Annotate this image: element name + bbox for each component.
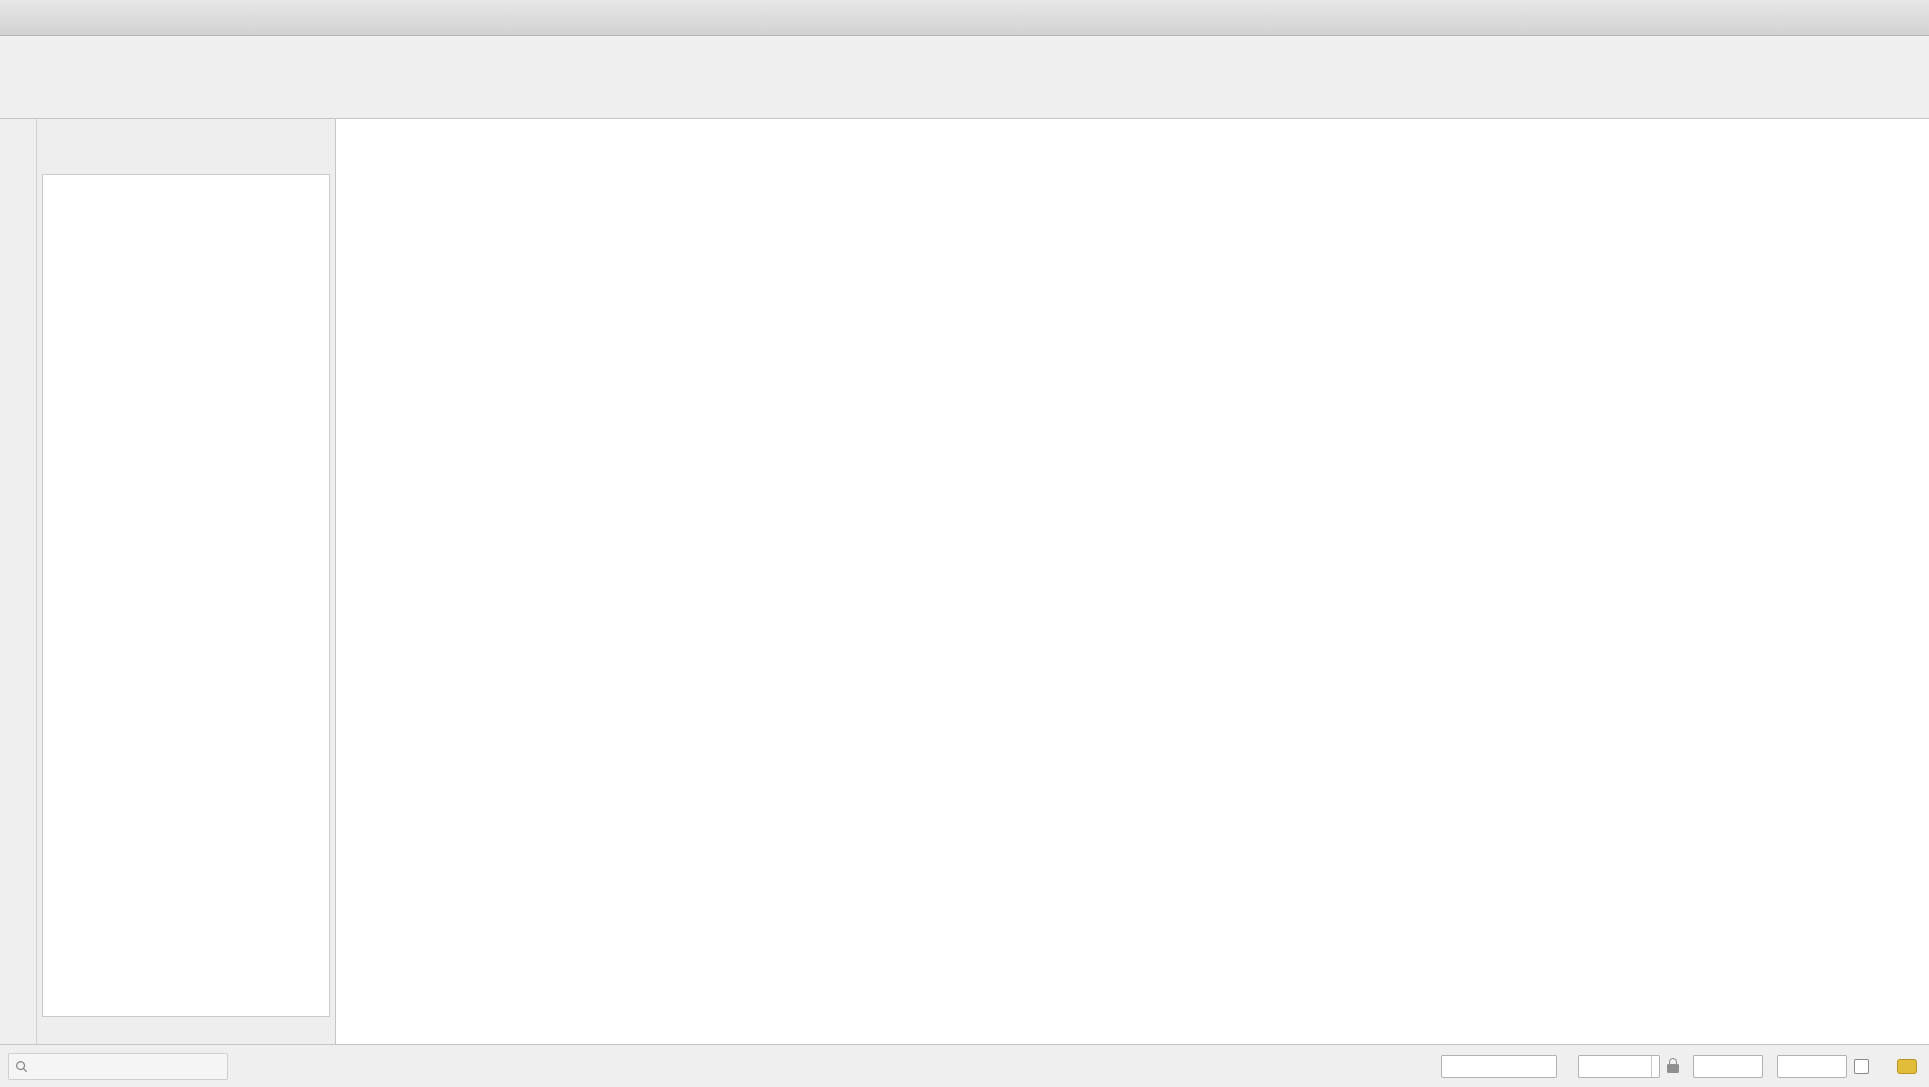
roads-layer-render: [336, 119, 1929, 1044]
main-area: [0, 119, 1929, 1044]
status-bar: [0, 1044, 1929, 1087]
messages-icon[interactable]: [1897, 1059, 1917, 1074]
chevron-down-icon[interactable]: [1651, 1056, 1656, 1077]
locate-input[interactable]: [33, 1058, 199, 1075]
status-widgets: [1434, 1055, 1921, 1078]
scale-combobox[interactable]: [1578, 1055, 1660, 1078]
coordinate-input[interactable]: [1441, 1055, 1557, 1078]
title-bar[interactable]: [0, 0, 1929, 36]
panel-tabs: [37, 1017, 335, 1044]
layers-panel-header: [37, 119, 335, 146]
toolbar-row-1: [4, 63, 1925, 90]
lock-scale-icon[interactable]: [1667, 1064, 1679, 1073]
render-checkbox[interactable]: [1854, 1059, 1869, 1074]
toolbar-area: [0, 63, 1929, 119]
map-canvas[interactable]: [336, 119, 1929, 1044]
window-controls: [1861, 0, 1913, 35]
manage-layers-toolbar: [0, 119, 37, 1044]
rotation-spinbox[interactable]: [1777, 1055, 1847, 1078]
toolbar-row-2: [4, 90, 1925, 117]
search-icon: [15, 1060, 28, 1073]
menubar: [0, 36, 1929, 63]
layers-panel: [37, 119, 336, 1044]
qgis-window: [0, 0, 1929, 1087]
layer-tree: [42, 174, 330, 1017]
layers-panel-toolbar: [37, 146, 335, 172]
locate-bar[interactable]: [8, 1053, 228, 1080]
magnifier-spinbox[interactable]: [1693, 1055, 1763, 1078]
